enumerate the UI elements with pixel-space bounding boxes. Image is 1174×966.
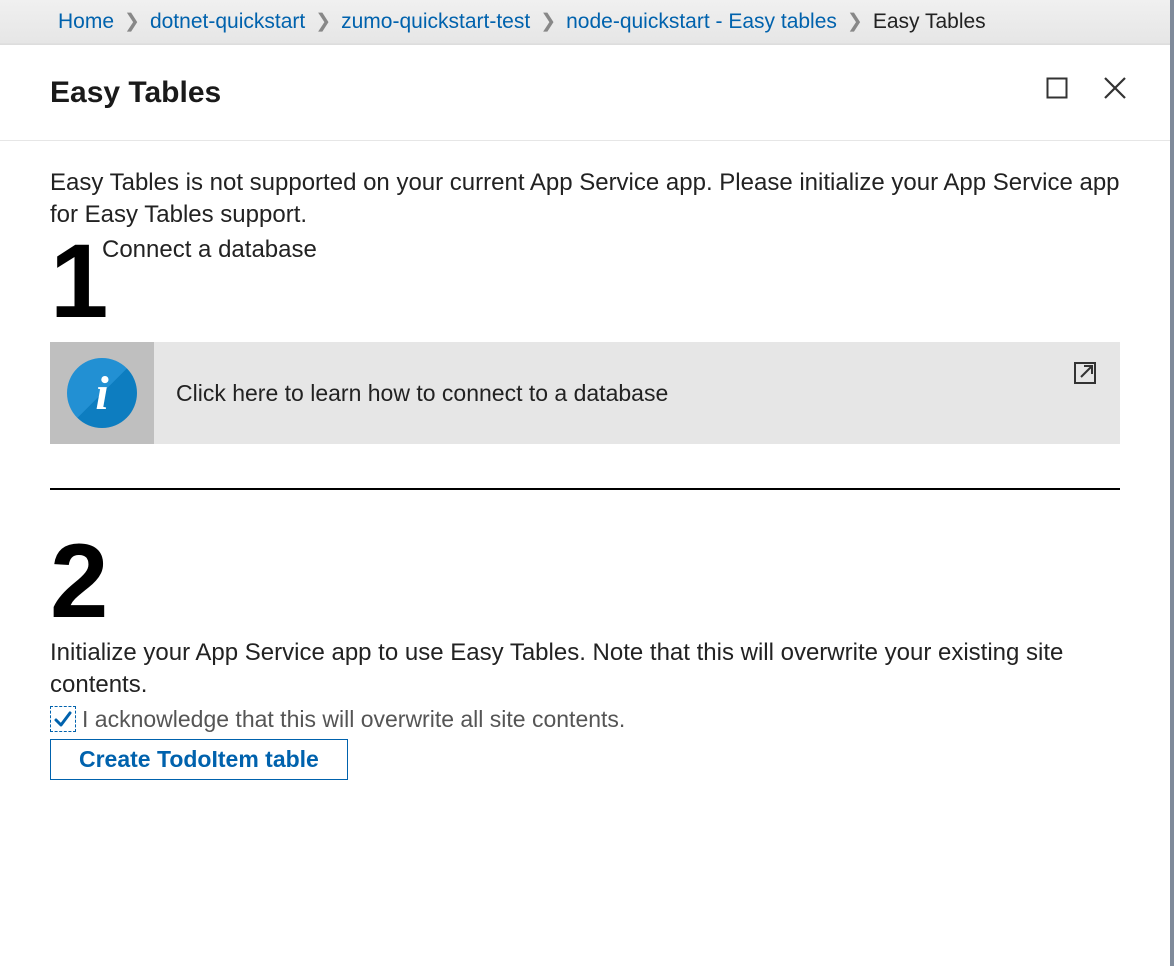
ack-checkbox[interactable] [50, 706, 76, 732]
ack-label: I acknowledge that this will overwrite a… [82, 706, 625, 733]
step-1-number: 1 [50, 234, 102, 331]
breadcrumb: Home ❯ dotnet-quickstart ❯ zumo-quicksta… [0, 0, 1170, 44]
blade-content: Easy Tables is not supported on your cur… [0, 141, 1170, 780]
info-icon-wrap: i [50, 342, 154, 444]
page-title: Easy Tables [50, 76, 221, 110]
info-icon: i [67, 358, 137, 428]
info-text: Click here to learn how to connect to a … [154, 342, 1120, 444]
blade-panel: Easy Tables Easy Tables is not supported… [0, 44, 1170, 966]
connect-database-infobar[interactable]: i Click here to learn how to connect to … [50, 342, 1120, 444]
breadcrumb-current: Easy Tables [867, 10, 992, 34]
create-todoitem-button[interactable]: Create TodoItem table [50, 739, 348, 780]
step-2: 2 Initialize your App Service app to use… [50, 534, 1120, 779]
breadcrumb-link-zumo[interactable]: zumo-quickstart-test [335, 10, 536, 34]
step-2-body: Initialize your App Service app to use E… [50, 637, 1120, 702]
breadcrumb-link-dotnet[interactable]: dotnet-quickstart [144, 10, 311, 34]
chevron-right-icon: ❯ [120, 10, 144, 33]
blade-header: Easy Tables [0, 45, 1170, 141]
step-divider [50, 488, 1120, 490]
chevron-right-icon: ❯ [536, 10, 560, 33]
intro-text: Easy Tables is not supported on your cur… [50, 167, 1120, 232]
chevron-right-icon: ❯ [311, 10, 335, 33]
maximize-button[interactable] [1042, 73, 1072, 103]
step-1-header: 1 Connect a database [50, 234, 1120, 331]
blade-actions [1042, 73, 1130, 103]
external-link-icon [1072, 360, 1098, 392]
step-2-number: 2 [50, 534, 102, 631]
ack-row: I acknowledge that this will overwrite a… [50, 706, 1120, 733]
breadcrumb-link-node[interactable]: node-quickstart - Easy tables [560, 10, 843, 34]
breadcrumb-link-home[interactable]: Home [52, 10, 120, 34]
step-1-heading: Connect a database [102, 236, 317, 264]
chevron-right-icon: ❯ [843, 10, 867, 33]
close-button[interactable] [1100, 73, 1130, 103]
